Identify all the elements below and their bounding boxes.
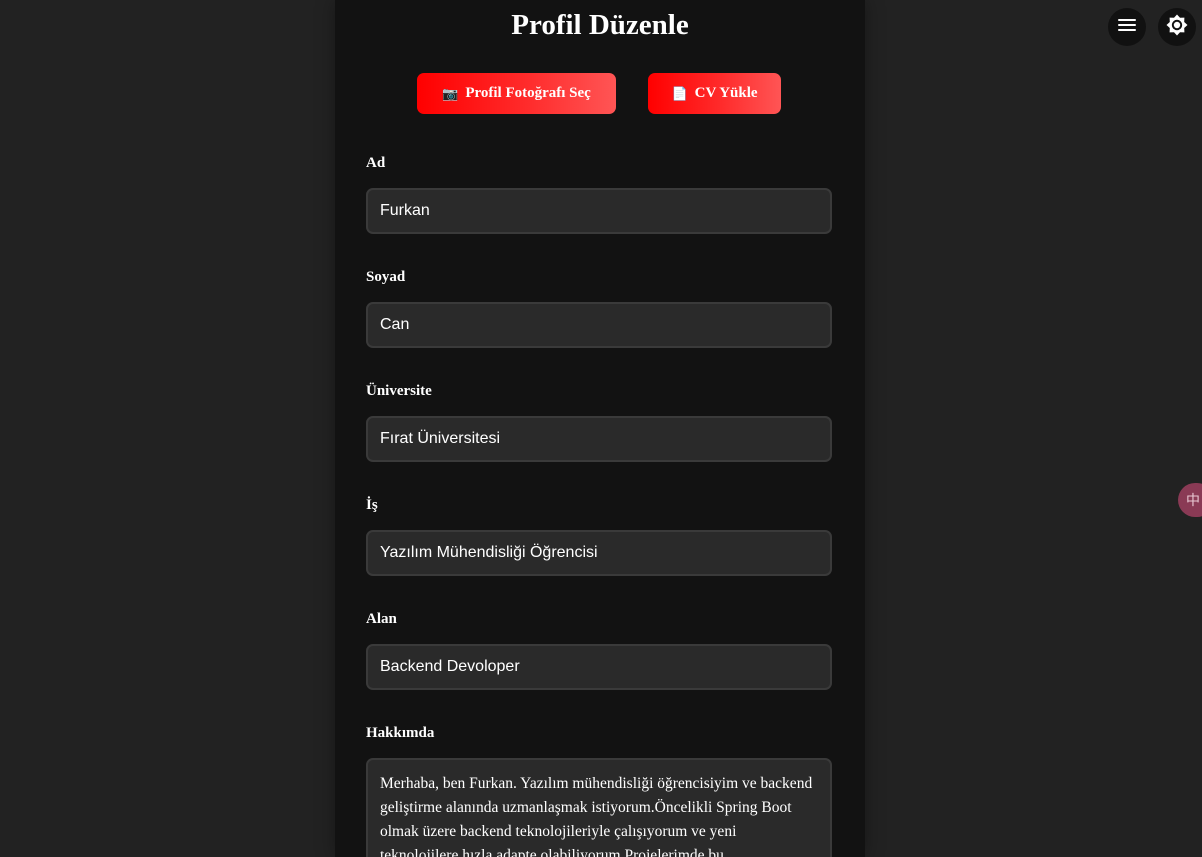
universite-label: Üniversite [366,383,432,399]
camera-icon: 📷 [442,85,459,101]
alan-input[interactable]: Backend Devoloper [366,644,832,690]
page-title: Profil Düzenle [511,9,689,41]
soyad-label: Soyad [366,269,406,285]
page: Profil Düzenle 📷 Profil Fotoğrafı Seç 📄 … [0,0,1202,857]
is-input[interactable]: Yazılım Mühendisliği Öğrencisi [366,530,832,576]
translate-side-tab[interactable]: 中 [1178,483,1202,517]
hamburger-menu-icon [1117,17,1137,38]
document-icon: 📄 [671,85,688,101]
select-profile-photo-button[interactable]: 📷 Profil Fotoğrafı Seç [417,73,616,114]
soyad-input[interactable]: Can [366,302,832,348]
translate-icon: 中 [1186,493,1200,509]
brightness-icon [1165,13,1189,42]
hakkimda-textarea[interactable]: Merhaba, ben Furkan. Yazılım mühendisliğ… [366,758,832,857]
upload-cv-label: CV Yükle [694,85,758,101]
ad-input[interactable]: Furkan [366,188,832,234]
select-profile-photo-label: Profil Fotoğrafı Seç [465,85,591,101]
menu-button[interactable] [1108,8,1146,46]
universite-input[interactable]: Fırat Üniversitesi [366,416,832,462]
is-label: İş [366,497,378,513]
ad-label: Ad [366,155,386,171]
upload-cv-button[interactable]: 📄 CV Yükle [648,73,781,114]
alan-label: Alan [366,611,397,627]
hakkimda-label: Hakkımda [366,725,435,741]
theme-toggle-button[interactable] [1158,8,1196,46]
profile-edit-panel: Profil Düzenle 📷 Profil Fotoğrafı Seç 📄 … [335,0,865,857]
